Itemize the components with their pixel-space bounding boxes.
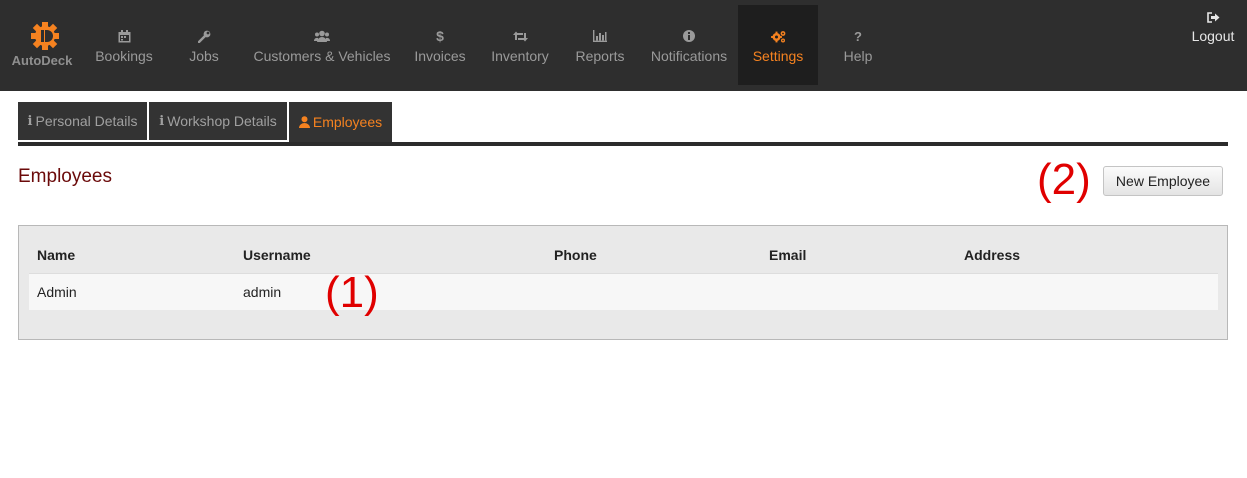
nav-customers-vehicles[interactable]: Customers & Vehicles: [246, 5, 398, 85]
retweet-icon: [482, 29, 558, 43]
nav-bookings[interactable]: Bookings: [86, 5, 162, 85]
annotation-1: (1): [325, 268, 379, 317]
users-icon: [246, 29, 398, 43]
cell-name: Admin: [37, 284, 77, 300]
employees-table: Name Username Phone Email Address Admin …: [18, 225, 1228, 340]
table-row[interactable]: Admin admin: [29, 273, 1218, 310]
brand-name: AutoDeck: [11, 53, 73, 68]
column-header-address[interactable]: Address: [964, 247, 1020, 263]
nav-invoices[interactable]: $ Invoices: [402, 5, 478, 85]
nav-jobs[interactable]: Jobs: [166, 5, 242, 85]
info-icon: i: [159, 113, 165, 129]
cogs-icon: [738, 29, 818, 43]
top-navbar: AutoDeck Bookings Jobs Customers & Vehic…: [0, 0, 1247, 91]
tab-workshop-details[interactable]: i Workshop Details: [149, 102, 287, 140]
tab-personal-details[interactable]: i Personal Details: [18, 102, 147, 140]
column-header-name[interactable]: Name: [37, 247, 75, 263]
info-icon: i: [27, 113, 33, 129]
tab-employees[interactable]: Employees: [289, 102, 392, 142]
page-title: Employees: [18, 166, 112, 187]
wrench-icon: [166, 29, 242, 43]
brand-logo[interactable]: AutoDeck: [0, 0, 84, 91]
nav-notifications[interactable]: Notifications: [642, 5, 736, 85]
nav-inventory[interactable]: Inventory: [482, 5, 558, 85]
gear-logo-icon: [31, 22, 59, 50]
nav-settings[interactable]: Settings: [738, 5, 818, 85]
tab-divider: [18, 142, 1228, 146]
new-employee-button[interactable]: New Employee: [1103, 166, 1223, 196]
user-icon: [298, 116, 310, 128]
bar-chart-icon: [562, 29, 638, 43]
question-icon: ?: [854, 28, 862, 44]
sign-out-icon: [1180, 10, 1246, 24]
cell-username: admin: [243, 284, 282, 300]
annotation-2: (2): [1037, 155, 1091, 204]
info-circle-icon: [642, 29, 736, 43]
column-header-username[interactable]: Username: [243, 247, 311, 263]
dollar-icon: $: [436, 28, 444, 44]
nav-help[interactable]: ? Help: [820, 5, 896, 85]
column-header-email[interactable]: Email: [769, 247, 806, 263]
nav-reports[interactable]: Reports: [562, 5, 638, 85]
calendar-icon: [86, 29, 162, 43]
logout-button[interactable]: Logout: [1180, 5, 1246, 50]
column-header-phone[interactable]: Phone: [554, 247, 597, 263]
